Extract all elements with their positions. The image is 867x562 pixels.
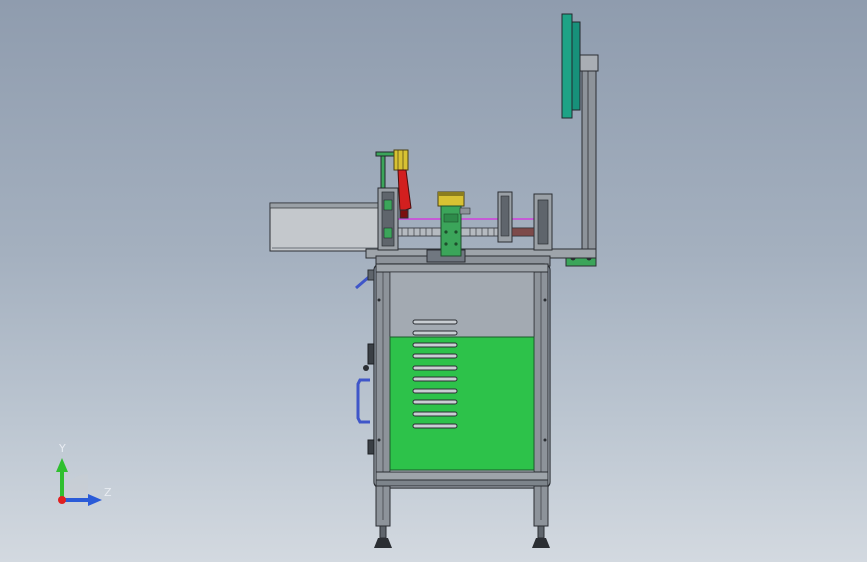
y-axis-label: Y [59, 442, 66, 455]
leveling-feet [374, 525, 550, 548]
z-axis-arrow [88, 494, 102, 506]
left-end-block [377, 187, 399, 251]
monitor-screen [561, 13, 573, 119]
post-cap [579, 54, 599, 72]
monitor-bracket [571, 21, 581, 111]
left-hopper [269, 202, 381, 252]
z-axis-label: Z [104, 486, 112, 499]
center-carriage [437, 191, 471, 257]
coordinate-triad [56, 458, 102, 506]
monitor-assembly [561, 13, 599, 267]
right-end-block [497, 191, 553, 251]
green-side-panel [389, 319, 535, 471]
x-axis-dot [58, 496, 66, 504]
side-door-hardware [355, 269, 375, 455]
y-axis-arrow [56, 458, 68, 472]
cad-viewport[interactable]: Y Z [0, 0, 867, 562]
monitor-post [581, 57, 597, 259]
machine-model[interactable] [0, 0, 867, 562]
